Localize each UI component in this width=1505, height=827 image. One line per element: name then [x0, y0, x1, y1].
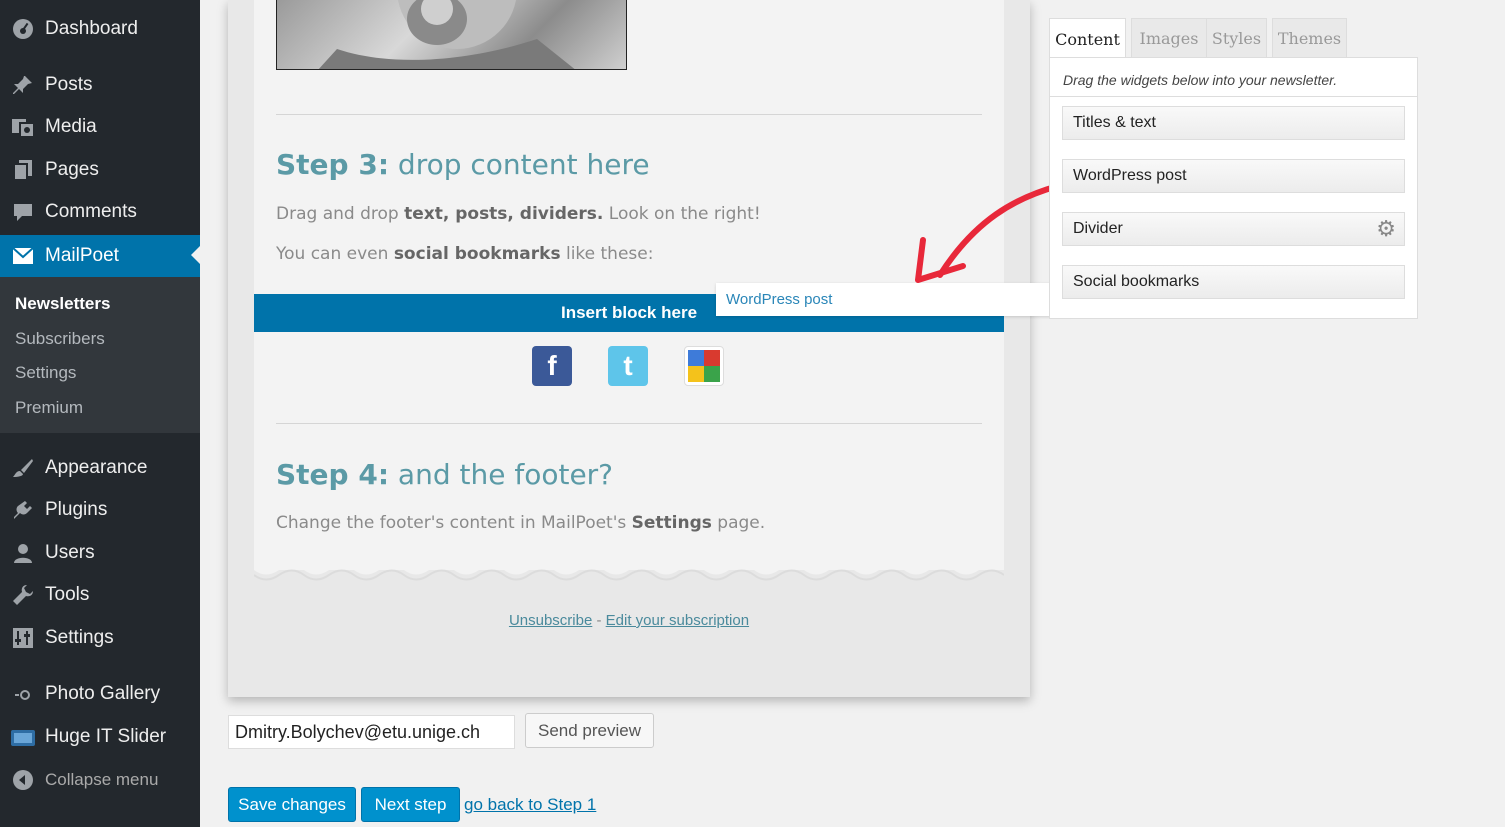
collapse-menu-label: Collapse menu	[45, 770, 159, 789]
sidebar-item-appearance[interactable]: Appearance	[0, 449, 200, 487]
widget-label: Social bookmarks	[1073, 273, 1200, 290]
sidebar-item-mailpoet[interactable]: MailPoet	[0, 235, 200, 277]
sidebar-item-photo-gallery[interactable]: Photo Gallery	[0, 675, 200, 713]
header-image[interactable]	[276, 0, 627, 70]
pages-icon	[0, 159, 45, 181]
sidebar-item-media[interactable]: Media	[0, 108, 200, 146]
sidebar-item-label: Comments	[45, 201, 137, 222]
widgets-panel: Drag the widgets below into your newslet…	[1049, 57, 1418, 319]
save-changes-button[interactable]: Save changes	[228, 787, 356, 822]
tab-images[interactable]: Images	[1131, 18, 1207, 58]
widget-wordpress-post[interactable]: WordPress post	[1062, 159, 1405, 193]
tab-themes[interactable]: Themes	[1272, 18, 1347, 58]
collapse-menu-button[interactable]: Collapse menu	[0, 761, 200, 799]
step3-text-line2[interactable]: You can even social bookmarks like these…	[276, 244, 653, 264]
facebook-icon[interactable]: f	[532, 346, 572, 386]
back-to-step1-link[interactable]: go back to Step 1	[464, 795, 596, 815]
newsletter-canvas: Step 3: drop content here Drag and drop …	[228, 0, 1030, 697]
red-arrow-annotation	[915, 183, 1061, 283]
envelope-icon	[0, 247, 45, 265]
wrench-icon	[0, 584, 45, 606]
comment-icon	[0, 201, 45, 223]
sidebar-item-label: Plugins	[45, 499, 108, 520]
submenu-item-premium[interactable]: Premium	[15, 398, 83, 418]
sidebar-item-label: Appearance	[45, 457, 148, 478]
mailpoet-submenu: Newsletters Subscribers Settings Premium	[0, 277, 200, 433]
step3-title[interactable]: Step 3: drop content here	[276, 148, 650, 181]
pin-icon	[0, 74, 45, 96]
admin-sidebar: Dashboard Posts Media Pages Comments Mai…	[0, 0, 200, 827]
submenu-item-settings[interactable]: Settings	[15, 363, 76, 383]
sidebar-item-comments[interactable]: Comments	[0, 193, 200, 231]
submenu-item-newsletters[interactable]: Newsletters	[15, 294, 110, 314]
submenu-item-subscribers[interactable]: Subscribers	[15, 329, 105, 349]
tab-styles[interactable]: Styles	[1206, 18, 1267, 58]
sidebar-item-posts[interactable]: Posts	[0, 66, 200, 104]
google-icon[interactable]	[684, 346, 724, 386]
sidebar-item-label: Posts	[45, 74, 93, 95]
collapse-icon	[0, 769, 45, 791]
send-preview-button[interactable]: Send preview	[525, 713, 654, 748]
twitter-icon[interactable]: t	[608, 346, 648, 386]
settings-icon	[0, 627, 45, 649]
sidebar-item-plugins[interactable]: Plugins	[0, 491, 200, 529]
panel-divider	[1050, 96, 1417, 97]
footer-wave-divider	[254, 565, 1004, 581]
brush-icon	[0, 457, 45, 479]
gallery-icon	[0, 683, 45, 705]
step4-title[interactable]: Step 4: and the footer?	[276, 458, 613, 491]
media-icon	[0, 116, 45, 138]
sidebar-item-label: Users	[45, 542, 95, 563]
widget-label: Divider	[1073, 220, 1123, 237]
step3-text-line1[interactable]: Drag and drop text, posts, dividers. Loo…	[276, 204, 761, 224]
sidebar-item-pages[interactable]: Pages	[0, 151, 200, 189]
widget-divider[interactable]: Divider ⚙	[1062, 212, 1405, 246]
plug-icon	[0, 499, 45, 521]
step4-text[interactable]: Change the footer's content in MailPoet'…	[276, 513, 765, 533]
sidebar-item-label: Pages	[45, 159, 99, 180]
sidebar-item-settings[interactable]: Settings	[0, 619, 200, 657]
tab-content[interactable]: Content	[1049, 18, 1126, 59]
divider[interactable]	[276, 423, 982, 424]
divider[interactable]	[276, 114, 982, 115]
sidebar-item-label: Tools	[45, 584, 90, 605]
dashboard-icon	[0, 18, 45, 40]
widget-label: Titles & text	[1073, 114, 1156, 131]
footer-links: Unsubscribe - Edit your subscription	[228, 612, 1030, 629]
sidebar-item-label: Settings	[45, 627, 114, 648]
sidebar-item-users[interactable]: Users	[0, 534, 200, 572]
sidebar-item-label: MailPoet	[45, 245, 119, 266]
gear-icon[interactable]: ⚙	[1376, 218, 1396, 240]
sidebar-item-dashboard[interactable]: Dashboard	[0, 10, 200, 48]
sidebar-item-label: Huge IT Slider	[45, 726, 167, 747]
next-step-button[interactable]: Next step	[361, 787, 460, 822]
widget-titles-text[interactable]: Titles & text	[1062, 106, 1405, 140]
sidebar-item-tools[interactable]: Tools	[0, 576, 200, 614]
sidebar-item-huge-it-slider[interactable]: Huge IT Slider	[0, 718, 200, 756]
edit-subscription-link[interactable]: Edit your subscription	[606, 612, 749, 629]
footer-separator: -	[592, 612, 606, 629]
slider-icon	[0, 727, 45, 747]
sidebar-item-label: Dashboard	[45, 18, 138, 39]
unsubscribe-link[interactable]: Unsubscribe	[509, 612, 592, 629]
sidebar-item-label: Photo Gallery	[45, 683, 161, 704]
panel-hint: Drag the widgets below into your newslet…	[1063, 72, 1338, 88]
user-icon	[0, 542, 45, 564]
widget-social-bookmarks[interactable]: Social bookmarks	[1062, 265, 1405, 299]
preview-email-input[interactable]	[228, 715, 515, 749]
sidebar-item-label: Media	[45, 116, 97, 137]
widget-label: WordPress post	[1073, 167, 1187, 184]
